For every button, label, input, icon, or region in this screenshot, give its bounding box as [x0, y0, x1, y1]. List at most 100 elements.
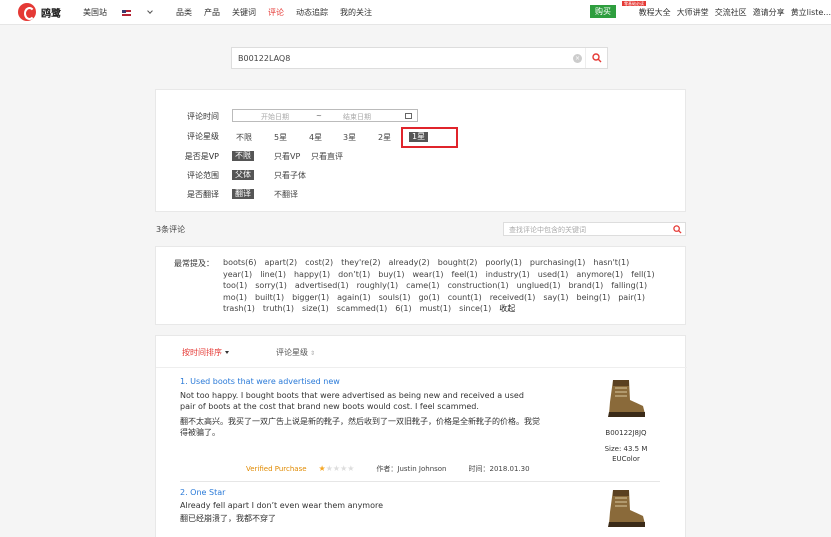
keyword-tag[interactable]: size(1): [302, 303, 329, 315]
logo-icon: [18, 3, 36, 21]
user-menu[interactable]: 黄立liste...: [791, 7, 831, 18]
keyword-tag[interactable]: poorly(1): [485, 257, 521, 269]
keyword-tag[interactable]: trash(1): [223, 303, 255, 315]
review-count: 3条评论: [156, 225, 186, 234]
nav-item-reviews[interactable]: 评论: [268, 7, 284, 18]
product-thumbnail[interactable]: [586, 486, 666, 532]
end-date-input[interactable]: 结束日期: [343, 112, 371, 122]
keyword-tag[interactable]: 6(1): [395, 303, 411, 315]
keyword-tag[interactable]: go(1): [418, 292, 439, 304]
keyword-tag[interactable]: brand(1): [568, 280, 603, 292]
keyword-tag[interactable]: mo(1): [223, 292, 247, 304]
filter-label-translate: 是否翻译: [187, 189, 219, 199]
keyword-tag[interactable]: already(2): [389, 257, 430, 269]
keyword-tag[interactable]: happy(1): [294, 269, 330, 281]
keywords-panel: 最常提及： boots(6) apart(2) cost(2) they're(2) a…: [155, 246, 686, 325]
keyword-tag[interactable]: fell(1): [631, 269, 655, 281]
site-label: 美国站: [83, 8, 107, 17]
keyword-tag[interactable]: too(1): [223, 280, 247, 292]
keyword-tag[interactable]: roughly(1): [357, 280, 399, 292]
keyword-tag[interactable]: used(1): [538, 269, 569, 281]
vp-option-all[interactable]: 不限: [232, 151, 254, 161]
rating-option-4[interactable]: 4星: [309, 132, 322, 143]
keyword-tag[interactable]: again(1): [337, 292, 371, 304]
collapse-keywords-button[interactable]: 收起: [499, 303, 515, 315]
keyword-tag[interactable]: feel(1): [451, 269, 477, 281]
nav-item-following[interactable]: 我的关注: [340, 7, 372, 18]
vp-option-only[interactable]: 只看VP: [274, 151, 300, 162]
vp-option-direct[interactable]: 只看直评: [311, 151, 343, 162]
translate-option-on[interactable]: 翻译: [232, 189, 254, 199]
keyword-tag[interactable]: built(1): [255, 292, 284, 304]
nav-community[interactable]: 交流社区: [715, 7, 747, 18]
logo[interactable]: 鸥鹭: [18, 3, 61, 21]
keyword-tag[interactable]: they're(2): [341, 257, 380, 269]
review-text-zh: 翻已经崩溃了，我都不穿了: [180, 514, 276, 523]
keyword-list: boots(6) apart(2) cost(2) they're(2) already…: [223, 257, 669, 315]
keyword-tag[interactable]: pair(1): [618, 292, 645, 304]
product-thumbnail[interactable]: B00122J8JQ Size: 43.5 M EUColor: [586, 376, 666, 464]
keyword-tag[interactable]: year(1): [223, 269, 252, 281]
rating-option-all[interactable]: 不限: [236, 132, 252, 143]
clear-icon[interactable]: ×: [573, 54, 582, 63]
keyword-tag[interactable]: sorry(1): [255, 280, 287, 292]
keyword-tag[interactable]: industry(1): [486, 269, 530, 281]
filter-row-scope: 评论范围: [156, 169, 219, 181]
nav-tutorials[interactable]: 教程大全: [639, 7, 671, 18]
keyword-tag[interactable]: hasn't(1): [593, 257, 629, 269]
nav-invite[interactable]: 邀请分享: [753, 7, 785, 18]
keyword-tag[interactable]: anymore(1): [576, 269, 623, 281]
scope-option-child[interactable]: 只看子体: [274, 170, 306, 181]
keyword-tag[interactable]: being(1): [576, 292, 610, 304]
scope-option-parent[interactable]: 父体: [232, 170, 254, 180]
keyword-tag[interactable]: apart(2): [265, 257, 298, 269]
nav-master-class[interactable]: 大师讲堂: [677, 7, 709, 18]
keyword-search-input[interactable]: 查找评论中包含的关键词: [509, 225, 586, 235]
keyword-tag[interactable]: souls(1): [379, 292, 411, 304]
keyword-tag[interactable]: must(1): [420, 303, 452, 315]
rating-option-2[interactable]: 2星: [378, 132, 391, 143]
star-icon: ★: [318, 464, 326, 473]
keyword-tag[interactable]: advertised(1): [295, 280, 349, 292]
search-icon[interactable]: [673, 225, 682, 234]
product-asin[interactable]: B00122J8JQ: [586, 428, 666, 438]
sort-by-rating-label: 评论星级: [276, 348, 308, 357]
keyword-tag[interactable]: boots(6): [223, 257, 257, 269]
boot-image: [608, 380, 645, 417]
rating-option-5[interactable]: 5星: [274, 132, 287, 143]
nav-item-product[interactable]: 产品: [204, 7, 220, 18]
sort-by-rating[interactable]: 评论星级 ⇕: [276, 347, 315, 358]
keyword-tag[interactable]: construction(1): [448, 280, 509, 292]
search-input[interactable]: B00122LAQ8: [238, 54, 290, 63]
sort-by-time[interactable]: 按时间排序: [182, 347, 229, 358]
keyword-tag[interactable]: bigger(1): [292, 292, 329, 304]
keyword-tag[interactable]: came(1): [406, 280, 439, 292]
keyword-tag[interactable]: wear(1): [412, 269, 443, 281]
nav-item-keyword[interactable]: 关键词: [232, 7, 256, 18]
nav-item-category[interactable]: 品类: [176, 7, 192, 18]
keyword-tag[interactable]: count(1): [448, 292, 482, 304]
keyword-tag[interactable]: don’t(1): [338, 269, 370, 281]
translate-option-off[interactable]: 不翻译: [274, 189, 298, 200]
keyword-tag[interactable]: truth(1): [263, 303, 294, 315]
keyword-tag[interactable]: bought(2): [438, 257, 478, 269]
keyword-tag[interactable]: unglued(1): [517, 280, 561, 292]
verified-purchase-badge: Verified Purchase: [246, 465, 307, 473]
date-range-picker[interactable]: 开始日期 ~ 结束日期: [232, 109, 418, 122]
keyword-tag[interactable]: cost(2): [305, 257, 333, 269]
keyword-tag[interactable]: buy(1): [378, 269, 404, 281]
start-date-input[interactable]: 开始日期: [261, 112, 289, 122]
keyword-tag[interactable]: purchasing(1): [530, 257, 586, 269]
nav-item-tracking[interactable]: 动态追踪: [296, 7, 328, 18]
keyword-tag[interactable]: received(1): [490, 292, 536, 304]
buy-button[interactable]: 购买: [590, 5, 616, 18]
search-button[interactable]: [585, 48, 607, 68]
keyword-tag[interactable]: scammed(1): [337, 303, 387, 315]
review-text-zh: 翻不太高兴。我买了一双广告上说是新的靴子，然后收到了一双旧靴子，价格是全新靴子的…: [180, 417, 540, 437]
keyword-tag[interactable]: falling(1): [611, 280, 647, 292]
keyword-tag[interactable]: since(1): [459, 303, 491, 315]
keyword-tag[interactable]: line(1): [260, 269, 286, 281]
rating-option-3[interactable]: 3星: [343, 132, 356, 143]
keyword-tag[interactable]: say(1): [543, 292, 568, 304]
site-selector[interactable]: 美国站: [83, 7, 164, 18]
